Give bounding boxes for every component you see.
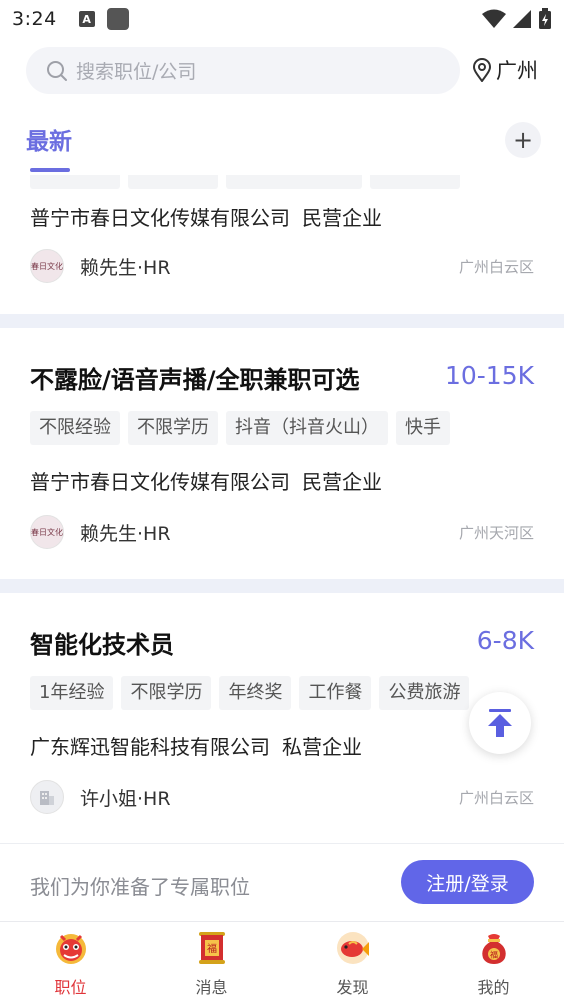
hr-avatar: 春日文化	[30, 249, 64, 283]
job-salary: 10-15K	[444, 361, 534, 390]
job-card[interactable]: 普宁市春日文化传媒有限公司 民营企业 春日文化 赖先生·HR 广州白云区	[0, 175, 564, 315]
job-district: 广州天河区	[458, 523, 534, 542]
company-type: 民营企业	[302, 206, 382, 230]
avatar-logo-text: 春日文化	[31, 261, 63, 271]
job-tags: 1年经验 不限学历 年终奖 工作餐 公费旅游	[30, 676, 470, 710]
job-district: 广州白云区	[458, 788, 534, 807]
arrow-up-icon	[488, 709, 512, 737]
company-name: 普宁市春日文化传媒有限公司	[30, 470, 290, 494]
job-card[interactable]: 不露脸/语音声播/全职兼职可选 10-15K 不限经验 不限学历 抖音（抖音火山…	[0, 328, 564, 579]
tab-latest[interactable]: 最新	[26, 122, 72, 156]
hr-name: 赖先生·HR	[80, 522, 171, 545]
company-type: 民营企业	[302, 470, 382, 494]
signal-icon	[513, 10, 531, 28]
hr-row: 许小姐·HR 广州白云区	[30, 780, 534, 814]
search-placeholder: 搜索职位/公司	[76, 61, 197, 83]
nav-label-discover: 发现	[336, 978, 369, 997]
job-tag: 公费旅游	[379, 676, 470, 710]
nav-item-mine[interactable]: 福 我的	[423, 922, 564, 1003]
avatar-logo-text: 春日文化	[31, 527, 63, 537]
company-line: 普宁市春日文化传媒有限公司 民营企业	[30, 466, 382, 495]
nav-label-messages: 消息	[195, 978, 228, 997]
status-bar: 3:24 A	[0, 0, 564, 38]
app-notification-icon	[106, 8, 129, 30]
job-tag: 快手	[396, 411, 450, 445]
job-tag: 工作餐	[299, 676, 372, 710]
plus-icon: +	[512, 126, 534, 154]
card-divider	[0, 314, 564, 328]
job-tag: 不限学历	[128, 411, 218, 445]
add-tab-button[interactable]: +	[505, 122, 541, 158]
company-name: 广东辉迅智能科技有限公司	[30, 735, 270, 759]
bottom-nav: 职位 福 消息 发现 福 我的	[0, 921, 564, 1003]
job-tag: 不限经验	[30, 411, 120, 445]
koi-fish-icon	[336, 932, 369, 964]
card-divider	[0, 579, 564, 593]
register-login-button[interactable]: 注册/登录	[401, 860, 534, 904]
hr-avatar: 春日文化	[30, 515, 64, 549]
login-banner: 我们为你准备了专属职位 注册/登录	[0, 843, 564, 921]
job-tag: 抖音（抖音火山）	[226, 411, 388, 445]
hr-name: 赖先生·HR	[80, 256, 171, 279]
building-icon	[40, 791, 54, 805]
lion-dance-icon	[55, 934, 86, 964]
hr-row: 春日文化 赖先生·HR 广州白云区	[30, 249, 534, 283]
job-tag: 1年经验	[30, 676, 114, 710]
status-time: 3:24	[12, 8, 57, 30]
location-selector[interactable]: 广州	[472, 55, 538, 85]
nav-label-jobs: 职位	[54, 978, 87, 997]
fu-scroll-icon: 福	[198, 932, 225, 964]
company-line: 普宁市春日文化传媒有限公司 民营企业	[30, 202, 382, 231]
tab-active-indicator	[30, 168, 70, 172]
nav-item-jobs[interactable]: 职位	[0, 922, 141, 1003]
job-tags	[30, 175, 460, 189]
search-icon	[47, 60, 67, 81]
location-pin-icon	[472, 58, 492, 82]
job-tags: 不限经验 不限学历 抖音（抖音火山） 快手	[30, 411, 450, 445]
company-name: 普宁市春日文化传媒有限公司	[30, 206, 290, 230]
job-title: 不露脸/语音声播/全职兼职可选	[30, 366, 360, 394]
search-input[interactable]: 搜索职位/公司	[26, 47, 460, 94]
hr-name: 许小姐·HR	[80, 787, 171, 810]
battery-icon	[539, 8, 551, 29]
nav-label-mine: 我的	[477, 978, 510, 997]
company-type: 私营企业	[282, 735, 362, 759]
nav-item-messages[interactable]: 福 消息	[141, 922, 282, 1003]
back-to-top-button[interactable]	[469, 692, 531, 754]
hr-row: 春日文化 赖先生·HR 广州天河区	[30, 515, 534, 549]
lucky-bag-icon: 福	[481, 934, 506, 964]
job-district: 广州白云区	[458, 257, 534, 276]
job-tag	[226, 175, 362, 189]
wifi-icon	[482, 9, 506, 28]
banner-text: 我们为你准备了专属职位	[30, 875, 250, 899]
svg-text:福: 福	[207, 942, 217, 955]
job-title: 智能化技术员	[30, 631, 174, 659]
keyboard-a-icon: A	[78, 11, 95, 27]
job-tag	[30, 175, 120, 189]
company-line: 广东辉迅智能科技有限公司 私营企业	[30, 731, 362, 760]
svg-text:福: 福	[490, 951, 498, 960]
nav-item-discover[interactable]: 发现	[282, 922, 423, 1003]
job-tag	[128, 175, 218, 189]
job-tag	[370, 175, 460, 189]
job-tag: 年终奖	[219, 676, 292, 710]
job-tag: 不限学历	[121, 676, 212, 710]
job-salary: 6-8K	[476, 626, 534, 655]
location-city: 广州	[496, 59, 538, 83]
hr-avatar	[30, 780, 64, 814]
